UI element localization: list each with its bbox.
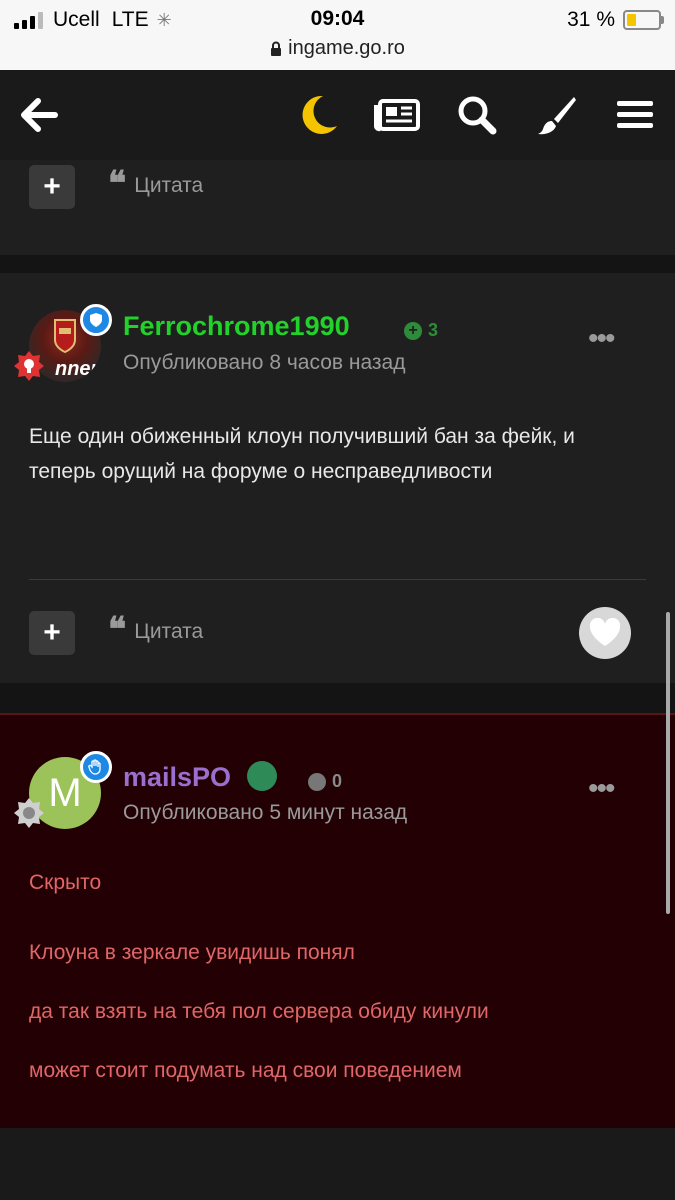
post-ferrochrome: nner Ferrochrome1990 + 3 Опубликовано 8 …: [0, 273, 675, 683]
divider: [29, 579, 646, 580]
scrollbar[interactable]: [666, 612, 670, 914]
plus-icon: +: [404, 321, 422, 340]
battery-icon: [623, 10, 664, 30]
hidden-label: Скрыто: [29, 871, 102, 894]
neutral-reputation-icon: [308, 772, 326, 791]
news-button[interactable]: [374, 92, 420, 138]
app-navbar: [0, 70, 675, 160]
reputation-badge: + 3: [404, 320, 438, 341]
like-button[interactable]: [579, 607, 631, 659]
post-body: Еще один обиженный клоун получивший бан …: [29, 425, 575, 483]
post-timestamp: Опубликовано 5 минут назад: [123, 801, 408, 824]
reputation-badge: 0: [308, 771, 342, 792]
heart-icon: [589, 618, 621, 646]
rank-icon: [14, 351, 44, 381]
page-bottom: [0, 1128, 675, 1200]
post-options-button[interactable]: •••: [588, 324, 615, 354]
rank-badge: [13, 797, 45, 829]
brush-icon: [538, 97, 576, 135]
search-button[interactable]: [454, 92, 500, 138]
menu-icon: [617, 101, 653, 128]
quote-button[interactable]: ❝ Цитата: [108, 164, 204, 204]
avatar-text: nner: [55, 358, 99, 380]
shield-icon: [90, 313, 102, 327]
url-text: ingame.go.ro: [288, 37, 405, 59]
post-previous: + ❝ Цитата: [0, 160, 675, 255]
multiquote-button[interactable]: +: [29, 611, 75, 655]
post-mailspo: M mailsPO 0 Опубликовано 5 минут назад •…: [0, 713, 675, 1130]
back-arrow-icon: [21, 98, 58, 132]
battery-percent: 31 %: [567, 8, 615, 31]
reputation-count: 0: [332, 771, 343, 791]
rank-badge: [13, 350, 45, 382]
news-icon: [374, 99, 420, 132]
url-bar[interactable]: ingame.go.ro: [0, 37, 675, 60]
reputation-count: 3: [428, 320, 439, 340]
online-status-indicator: [247, 761, 277, 791]
quote-icon: ❝: [108, 164, 127, 204]
post-body-line: Клоуна в зеркале увидишь понял: [29, 941, 355, 964]
moderator-badge: [80, 304, 112, 336]
rank-icon: [14, 798, 44, 828]
quote-button[interactable]: ❝ Цитата: [108, 610, 204, 650]
back-button[interactable]: [16, 92, 62, 138]
menu-button[interactable]: [612, 92, 658, 138]
member-badge: [80, 751, 112, 783]
theme-toggle-button[interactable]: [296, 92, 342, 138]
search-icon: [458, 96, 497, 135]
status-bar: Ucell LTE ✳ 09:04 ingame.go.ro 31 %: [0, 0, 675, 70]
moon-icon: [302, 95, 337, 134]
theme-editor-button[interactable]: [534, 92, 580, 138]
lock-icon: [271, 41, 282, 56]
hand-icon: [88, 759, 101, 775]
quote-icon: ❝: [108, 610, 127, 650]
username[interactable]: Ferrochrome1990: [123, 311, 350, 342]
quote-label: Цитата: [134, 620, 204, 643]
post-options-button[interactable]: •••: [588, 774, 615, 804]
post-timestamp: Опубликовано 8 часов назад: [123, 351, 406, 374]
username[interactable]: mailsPO: [123, 762, 231, 793]
quote-label: Цитата: [134, 174, 204, 197]
multiquote-button[interactable]: +: [29, 165, 75, 209]
post-body-line: да так взять на тебя пол сервера обиду к…: [29, 1000, 489, 1023]
status-right: 31 %: [567, 8, 664, 32]
post-body-line: может стоит подумать над свои поведением: [29, 1059, 462, 1082]
